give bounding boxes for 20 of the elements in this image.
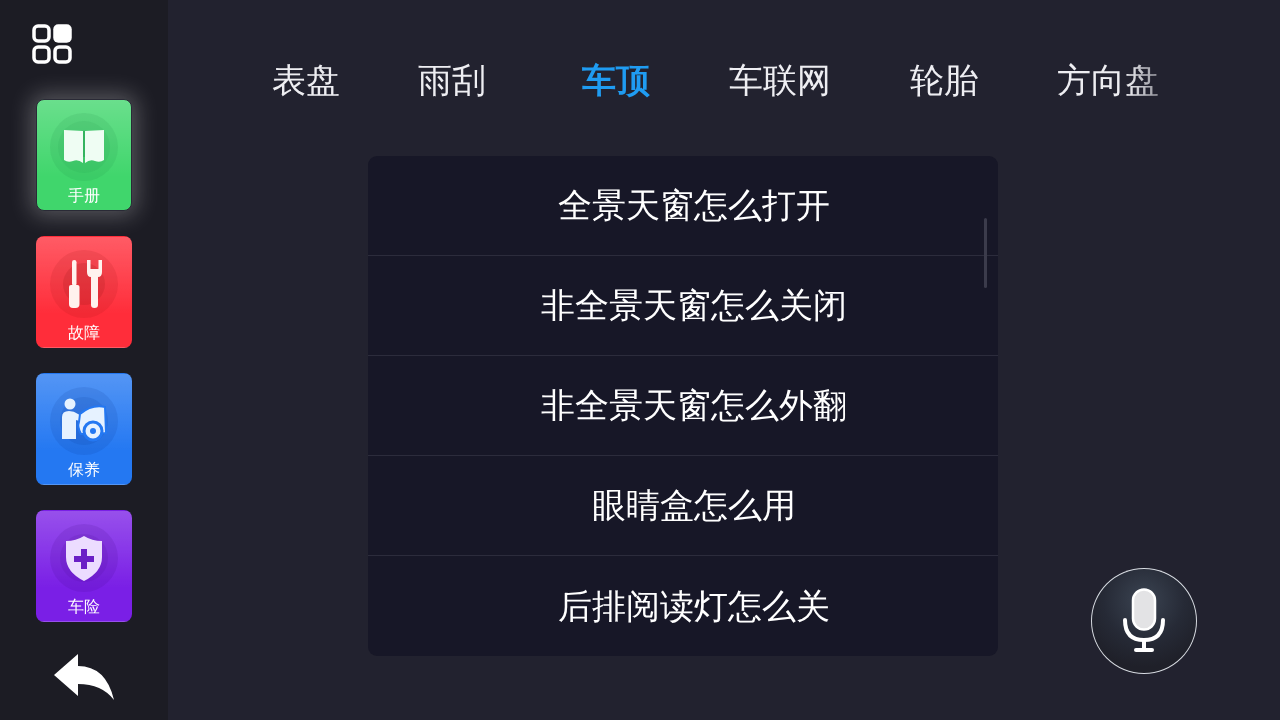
sidebar-tile[interactable]: 保养 (36, 373, 132, 485)
mechanic-car-icon (50, 387, 118, 455)
question-item[interactable]: 眼睛盒怎么用 (368, 456, 998, 556)
shield-plus-icon (50, 524, 118, 592)
category-tab[interactable]: 表盘 (272, 58, 340, 102)
category-tab[interactable]: 车顶 (582, 58, 650, 102)
category-tab[interactable]: 轮胎 (910, 58, 978, 102)
sidebar-tile[interactable]: 故障 (36, 236, 132, 348)
question-item[interactable]: 后排阅读灯怎么关 (368, 556, 998, 656)
category-tab[interactable]: 方向盘 (1057, 58, 1159, 102)
category-tab[interactable]: 雨刮 (418, 58, 486, 102)
screwdriver-wrench-icon (50, 250, 118, 318)
sidebar-tile[interactable]: 车险 (36, 510, 132, 622)
scrollbar-thumb (984, 218, 987, 288)
menu-grid-icon[interactable] (32, 24, 72, 64)
question-item[interactable]: 非全景天窗怎么外翻 (368, 356, 998, 456)
back-arrow-icon[interactable] (54, 654, 114, 700)
open-book-icon (50, 113, 118, 181)
category-tab[interactable]: 车联网 (729, 58, 831, 102)
microphone-icon (1121, 588, 1167, 654)
